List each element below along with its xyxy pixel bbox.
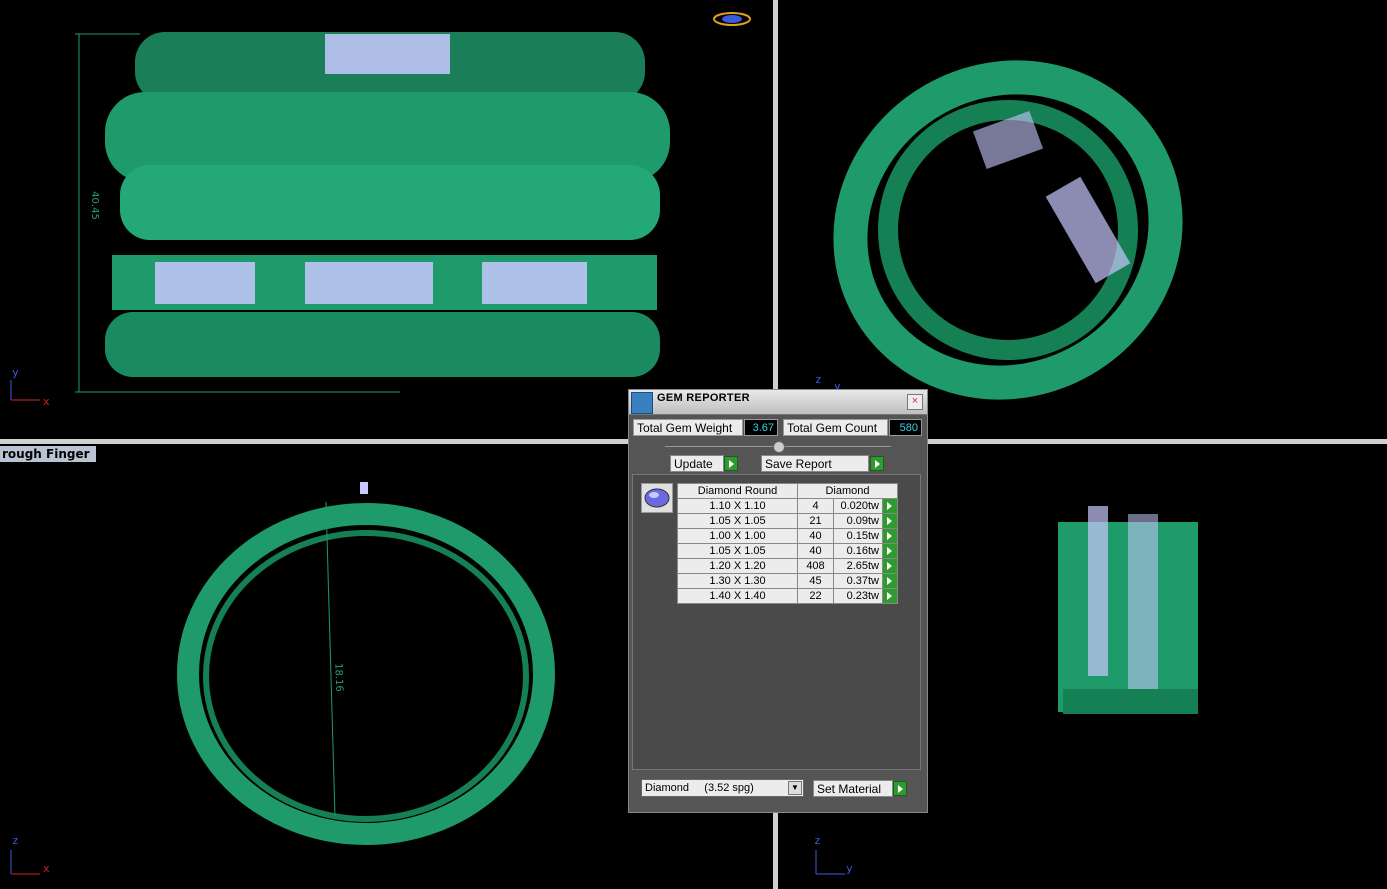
gem-weight: 2.65tw [833, 558, 883, 574]
total-gem-weight-label: Total Gem Weight [633, 419, 743, 436]
gem-reporter-dialog: GEM REPORTER × Total Gem Weight 3.67 Tot… [628, 389, 928, 813]
save-report-button[interactable]: Save Report [761, 455, 869, 472]
total-gem-count-value: 580 [889, 419, 922, 436]
splitter-handle[interactable] [773, 441, 785, 453]
gem-count: 22 [797, 588, 834, 604]
table-row[interactable]: 1.00 X 1.00 40 0.15tw [677, 528, 898, 544]
gem-weight: 0.020tw [833, 498, 883, 514]
gem-size: 1.05 X 1.05 [677, 513, 798, 529]
view-cube-icon[interactable] [712, 8, 752, 30]
axis-label-horizontal: y [846, 862, 853, 875]
axis-label-vertical: z [12, 834, 19, 847]
row-go-icon[interactable] [882, 498, 898, 514]
gem-count: 40 [797, 543, 834, 559]
gem-size: 1.20 X 1.20 [677, 558, 798, 574]
gem-size: 1.40 X 1.40 [677, 588, 798, 604]
axis-label-horizontal: x [43, 395, 50, 408]
row-go-icon[interactable] [882, 543, 898, 559]
column-header-shape: Diamond Round [677, 483, 798, 499]
dialog-title: GEM REPORTER [657, 392, 750, 404]
axis-label-vertical: z [814, 834, 821, 847]
table-row[interactable]: 1.20 X 1.20 408 2.65tw [677, 558, 898, 574]
table-row[interactable]: 1.05 X 1.05 40 0.16tw [677, 543, 898, 559]
gem-size: 1.10 X 1.10 [677, 498, 798, 514]
chevron-down-icon[interactable]: ▼ [788, 781, 802, 795]
dimension-diameter: 18.16 [332, 662, 345, 693]
table-row[interactable]: 1.05 X 1.05 21 0.09tw [677, 513, 898, 529]
gem-size: 1.00 X 1.00 [677, 528, 798, 544]
close-icon[interactable]: × [907, 394, 923, 410]
gem-weight: 0.37tw [833, 573, 883, 589]
gem-size: 1.05 X 1.05 [677, 543, 798, 559]
gem-count: 45 [797, 573, 834, 589]
material-select[interactable]: Diamond (3.52 spg) ▼ [641, 779, 804, 797]
row-go-icon[interactable] [882, 528, 898, 544]
total-gem-weight-value: 3.67 [744, 419, 778, 436]
gem-count: 21 [797, 513, 834, 529]
viewport-front[interactable]: 40.45 y x [0, 0, 773, 439]
viewport-perspective[interactable]: z y [778, 0, 1387, 439]
gem-weight: 0.15tw [833, 528, 883, 544]
update-go-icon[interactable] [724, 456, 738, 471]
row-go-icon[interactable] [882, 513, 898, 529]
dialog-titlebar[interactable]: GEM REPORTER × [629, 390, 927, 415]
gem-count: 40 [797, 528, 834, 544]
gem-weight: 0.09tw [833, 513, 883, 529]
axis-gizmo-icon [10, 850, 40, 875]
gem-count: 4 [797, 498, 834, 514]
gem-weight: 0.16tw [833, 543, 883, 559]
gem-reporter-logo-icon [631, 392, 653, 414]
diamond-gem-icon[interactable] [641, 483, 673, 513]
gem-table: Diamond Round Diamond 1.10 X 1.10 4 0.020t… [677, 483, 898, 604]
table-row[interactable]: 1.10 X 1.10 4 0.020tw [677, 498, 898, 514]
update-button[interactable]: Update [670, 455, 724, 472]
row-go-icon[interactable] [882, 573, 898, 589]
column-header-material: Diamond [797, 483, 898, 499]
total-gem-count-label: Total Gem Count [783, 419, 888, 436]
save-report-go-icon[interactable] [870, 456, 884, 471]
table-row[interactable]: 1.30 X 1.30 45 0.37tw [677, 573, 898, 589]
dimension-height: 40.45 [88, 191, 100, 220]
gem-size: 1.30 X 1.30 [677, 573, 798, 589]
gem-list-panel: Diamond Round Diamond 1.10 X 1.10 4 0.020t… [632, 474, 921, 770]
perspective-view-canvas [833, 60, 1183, 400]
axis-label-vertical: z [815, 373, 822, 386]
set-material-button[interactable]: Set Material [813, 780, 893, 797]
table-row[interactable]: 1.40 X 1.40 22 0.23tw [677, 588, 898, 604]
set-material-go-icon[interactable] [893, 781, 907, 796]
gem-weight: 0.23tw [833, 588, 883, 604]
axis-label-horizontal: x [43, 862, 50, 875]
row-go-icon[interactable] [882, 588, 898, 604]
row-go-icon[interactable] [882, 558, 898, 574]
front-view-canvas [75, 32, 670, 393]
axis-gizmo-icon [10, 380, 40, 401]
gem-count: 408 [797, 558, 834, 574]
axis-label-vertical: y [12, 366, 19, 379]
material-select-value: Diamond (3.52 spg) [645, 782, 754, 794]
